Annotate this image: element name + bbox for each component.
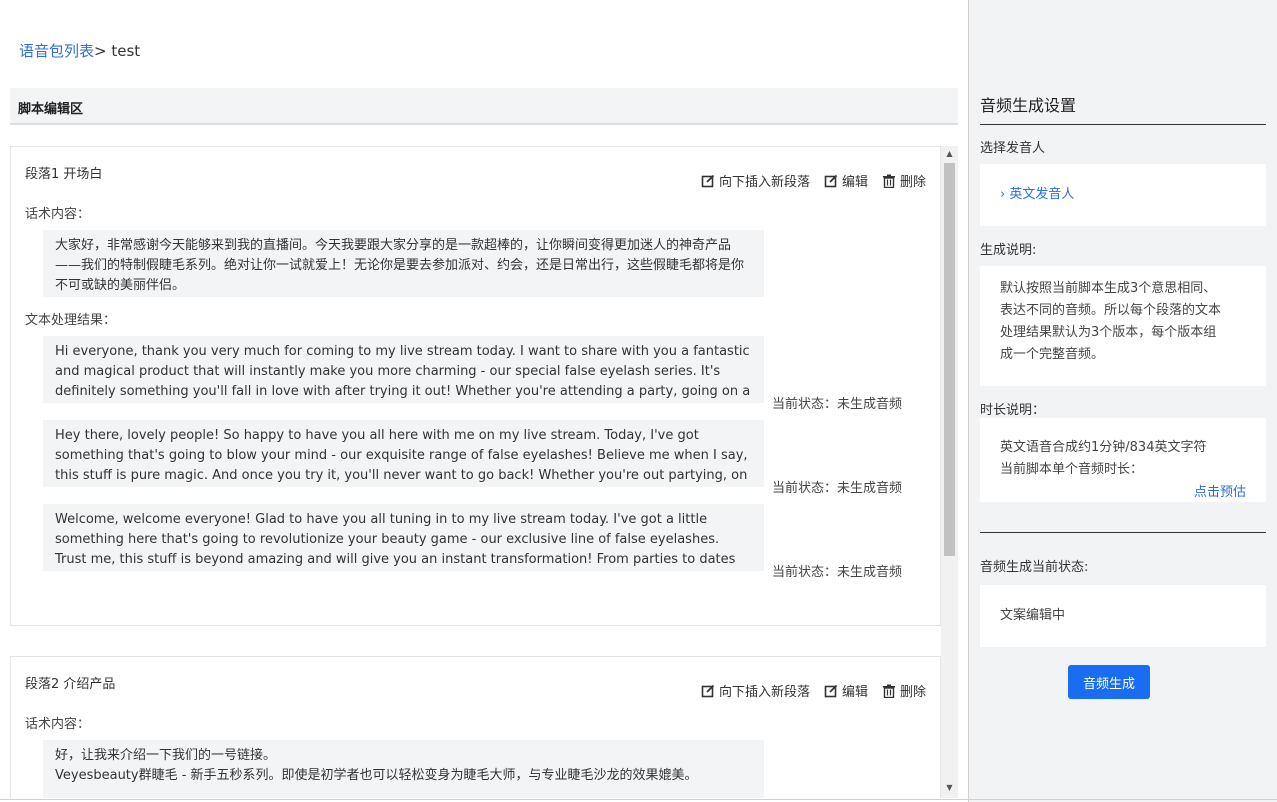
script-content-label: 话术内容：: [25, 717, 91, 732]
scroll-up-icon[interactable]: ▲: [941, 146, 958, 161]
result-version-text[interactable]: Hi everyone, thank you very much for com…: [43, 336, 764, 403]
divider: [980, 532, 1266, 533]
edit-button[interactable]: 编辑: [824, 681, 868, 700]
duration-line: 当前脚本单个音频时长：: [1000, 462, 1144, 477]
main-panel: 语音包列表> test 脚本编辑区 段落1 开场白 向下插入新段落 编辑 删除 …: [0, 0, 968, 802]
speaker-select[interactable]: › 英文发音人: [1000, 187, 1074, 202]
breadcrumb-link-voice-pack-list[interactable]: 语音包列表: [19, 42, 94, 60]
edit-square-icon: [824, 174, 838, 187]
paragraph-actions: 向下插入新段落 编辑 删除: [701, 171, 926, 190]
duration-box: 英文语音合成约1分钟/834英文字符 当前脚本单个音频时长： 点击预估: [980, 418, 1266, 502]
trash-icon: [882, 174, 895, 188]
script-content-text[interactable]: 好，让我来介绍一下我们的一号链接。 Veyesbeauty群睫毛 - 新手五秒系…: [43, 740, 764, 798]
script-content-text[interactable]: 大家好，非常感谢今天能够来到我的直播间。今天我要跟大家分享的是一款超棒的，让你瞬…: [43, 230, 764, 297]
delete-button[interactable]: 删除: [882, 681, 926, 700]
desc-line: 表达不同的音频。所以每个段落的文本: [1000, 303, 1222, 318]
desc-line: 处理结果默认为3个版本，每个版本组: [1000, 325, 1217, 340]
generation-desc-label: 生成说明:: [980, 243, 1037, 258]
insert-paragraph-button[interactable]: 向下插入新段落: [701, 681, 810, 700]
breadcrumb-current: test: [111, 42, 141, 60]
script-content-label: 话术内容：: [25, 207, 91, 222]
insert-paragraph-label: 向下插入新段落: [718, 175, 810, 190]
status-label: 音频生成当前状态:: [980, 560, 1089, 575]
insert-paragraph-label: 向下插入新段落: [718, 685, 810, 700]
paragraph-card: 段落2 介绍产品 向下插入新段落 编辑 删除 话术内容： 好，让我来介绍一下我们…: [10, 656, 941, 798]
trash-icon: [882, 684, 895, 698]
breadcrumb: 语音包列表> test: [19, 40, 140, 61]
desc-line: 默认按照当前脚本生成3个意思相同、: [1000, 281, 1217, 296]
section-title: 脚本编辑区: [18, 102, 84, 117]
speaker-box: › 英文发音人: [980, 164, 1266, 226]
paragraph-title: 段落1 开场白: [25, 167, 103, 182]
status-value: 文案编辑中: [1000, 608, 1066, 623]
scroll-down-icon[interactable]: ▼: [941, 780, 958, 795]
edit-button[interactable]: 编辑: [824, 171, 868, 190]
paragraph-title: 段落2 介绍产品: [25, 677, 116, 692]
paragraph-card: 段落1 开场白 向下插入新段落 编辑 删除 话术内容： 大家好，非常感谢今天能够…: [10, 146, 941, 626]
insert-paragraph-button[interactable]: 向下插入新段落: [701, 171, 810, 190]
result-status: 当前状态：未生成音频: [772, 397, 903, 412]
duration-label: 时长说明：: [980, 403, 1046, 418]
scrollbar-thumb[interactable]: [944, 163, 955, 556]
generate-audio-button[interactable]: 音频生成: [1068, 665, 1150, 699]
divider: [980, 124, 1266, 125]
estimate-link[interactable]: 点击预估: [1194, 482, 1246, 504]
vertical-scrollbar[interactable]: ▲ ▼: [941, 146, 958, 798]
delete-label: 删除: [899, 175, 926, 190]
edit-square-icon: [701, 684, 715, 697]
delete-label: 删除: [899, 685, 926, 700]
script-line: Veyesbeauty群睫毛 - 新手五秒系列。即使是初学者也可以轻松变身为睫毛…: [55, 768, 698, 783]
breadcrumb-separator: >: [94, 42, 112, 60]
script-editor-header: 脚本编辑区: [10, 88, 958, 125]
result-version-text[interactable]: Hey there, lovely people! So happy to ha…: [43, 420, 764, 487]
audio-settings-sidebar: 音频生成设置 选择发音人 › 英文发音人 生成说明: 默认按照当前脚本生成3个意…: [968, 0, 1277, 802]
paragraph-list[interactable]: 段落1 开场白 向下插入新段落 编辑 删除 话术内容： 大家好，非常感谢今天能够…: [10, 146, 958, 798]
paragraph-actions: 向下插入新段落 编辑 删除: [701, 681, 926, 700]
result-status: 当前状态：未生成音频: [772, 481, 903, 496]
result-version-text[interactable]: Welcome, welcome everyone! Glad to have …: [43, 504, 764, 571]
generation-desc-box: 默认按照当前脚本生成3个意思相同、 表达不同的音频。所以每个段落的文本 处理结果…: [980, 266, 1266, 386]
edit-label: 编辑: [841, 175, 868, 190]
edit-label: 编辑: [841, 685, 868, 700]
edit-square-icon: [701, 174, 715, 187]
status-box: 文案编辑中: [980, 585, 1266, 647]
delete-button[interactable]: 删除: [882, 171, 926, 190]
desc-line: 成一个完整音频。: [1000, 347, 1105, 362]
window-bottom-border: [0, 799, 1277, 800]
result-status: 当前状态：未生成音频: [772, 565, 903, 580]
speaker-label: 选择发音人: [980, 141, 1046, 156]
sidebar-title: 音频生成设置: [980, 96, 1077, 115]
duration-line: 英文语音合成约1分钟/834英文字符: [1000, 440, 1207, 455]
edit-square-icon: [824, 684, 838, 697]
processing-result-label: 文本处理结果：: [25, 313, 117, 328]
script-line: 好，让我来介绍一下我们的一号链接。: [55, 748, 277, 763]
